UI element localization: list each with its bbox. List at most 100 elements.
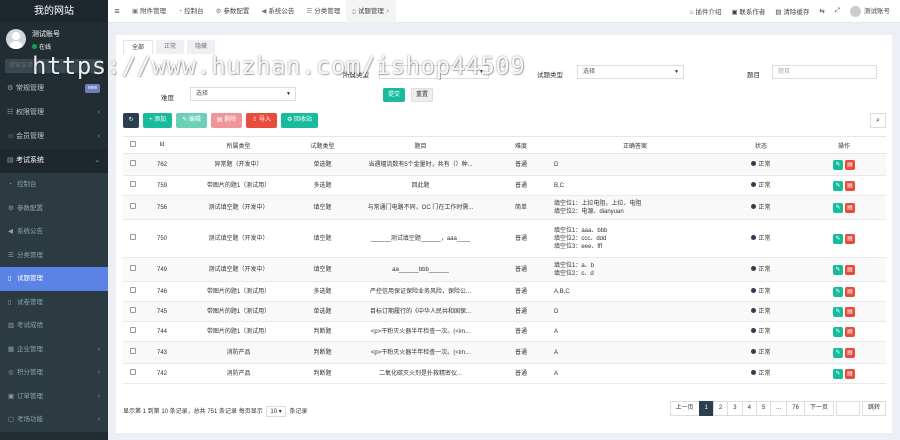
row-checkbox[interactable]: [130, 181, 136, 187]
select-all-checkbox[interactable]: [130, 141, 136, 147]
table-row[interactable]: 745 带图片的题1（测试用） 单选题 目标订期履行的《中华人民共和国保... 普通 D 正…: [123, 301, 886, 322]
row-delete-button[interactable]: ▤: [845, 264, 855, 275]
next-page-button[interactable]: 下一页: [803, 401, 834, 416]
tab-dashboard[interactable]: ◔ 控制台: [172, 0, 209, 23]
col-answer[interactable]: 正确答案: [550, 136, 720, 154]
sidebar-item-exam-room[interactable]: ▢ 考场功能 ‹: [0, 408, 108, 432]
menu-toggle-icon[interactable]: ≡: [108, 6, 126, 16]
page-size-select[interactable]: 10 ▾: [266, 406, 286, 417]
prev-page-button[interactable]: 上一页: [669, 401, 700, 416]
table-row[interactable]: 744 带图片的题1（测试用） 判断题 <p>干粉灭火器半年检查一次。(<im... 普…: [123, 321, 886, 342]
row-checkbox[interactable]: [130, 348, 136, 354]
sidebar-item-auth[interactable]: ☷ 权限管理 ‹: [0, 101, 108, 125]
page-jump-input[interactable]: [835, 401, 860, 416]
table-row[interactable]: 762 异常题（开发中） 单选题 当遇辐流数有5个金量时，共有（）种... 普通 D 正常 ✎…: [123, 153, 886, 176]
row-delete-button[interactable]: ▤: [845, 180, 855, 191]
row-delete-button[interactable]: ▤: [845, 159, 855, 170]
sidebar-item-company[interactable]: ▦ 企业管理 ‹: [0, 338, 108, 362]
row-edit-button[interactable]: ✎: [833, 286, 843, 297]
tab-category[interactable]: ☰ 分类管理: [300, 0, 346, 23]
row-delete-button[interactable]: ▤: [845, 368, 855, 379]
sidebar-item-category[interactable]: ☰ 分类管理: [0, 244, 108, 268]
row-select-cell[interactable]: [123, 219, 143, 258]
site-logo[interactable]: 我的网站: [0, 0, 108, 23]
sidebar-item-notice[interactable]: ◀ 系统公告: [0, 220, 108, 244]
sidebar-item-orders[interactable]: ▣ 订单管理 ‹: [0, 385, 108, 409]
row-delete-button[interactable]: ▤: [845, 286, 855, 297]
table-row[interactable]: 742 消防产品 判断题 二氧化碳灭火剂是扑救精密仪... 普通 A 正常 ✎ ▤: [123, 363, 886, 384]
table-row[interactable]: 746 带图片的题1（测试用） 多选题 严控信用保证保险业务风险，保险公... 普通 A,…: [123, 281, 886, 302]
row-select-cell[interactable]: [123, 257, 143, 282]
table-row[interactable]: 749 测试填空题（开发中） 填空题 aa______bbb______ 普通 填空位1：…: [123, 257, 886, 282]
fullscreen-icon[interactable]: ⤢: [835, 7, 840, 15]
translate-icon[interactable]: ⇆: [819, 7, 824, 15]
clear-cache-button[interactable]: ▤ 清除缓存: [775, 6, 809, 16]
delete-button[interactable]: ▤ 删除: [210, 113, 243, 128]
row-edit-button[interactable]: ✎: [833, 202, 843, 213]
reset-button[interactable]: 重置: [411, 88, 433, 102]
row-checkbox[interactable]: [130, 234, 136, 240]
sidebar-item-config[interactable]: ⚙ 参数配置: [0, 197, 108, 221]
col-title[interactable]: 题目: [349, 136, 492, 154]
col-question-type[interactable]: 试题类型: [296, 136, 349, 154]
plugin-intro-link[interactable]: ⌂ 插件介绍: [690, 6, 722, 16]
row-delete-button[interactable]: ▤: [845, 326, 855, 337]
sidebar-item-exam-system[interactable]: ▤ 考试系统 ⌄: [0, 149, 108, 173]
sidebar-item-members[interactable]: ☺ 会员管理 ‹: [0, 125, 108, 149]
table-search-button[interactable]: ⌕: [870, 113, 886, 128]
row-checkbox[interactable]: [130, 160, 136, 166]
user-menu[interactable]: 测试账号: [850, 5, 890, 17]
row-delete-button[interactable]: ▤: [845, 347, 855, 358]
tab-attachments[interactable]: ▣ 附件管理: [126, 0, 172, 23]
difficulty-select[interactable]: 选择 ▼: [190, 87, 296, 101]
table-row[interactable]: 750 测试填空题（开发中） 填空题 ______测试填空题______，aaa___…: [123, 219, 886, 258]
col-difficulty[interactable]: 难度: [492, 136, 550, 154]
row-select-cell[interactable]: [123, 341, 143, 364]
table-row[interactable]: 756 测试填空题（开发中） 填空题 与常通门电路不同，OC 门在工作时需... 简单填…: [123, 195, 886, 220]
row-checkbox[interactable]: [130, 307, 136, 313]
row-select-cell[interactable]: [123, 195, 143, 220]
refresh-button[interactable]: ↻: [123, 113, 139, 128]
row-edit-button[interactable]: ✎: [833, 368, 843, 379]
row-select-cell[interactable]: [123, 281, 143, 302]
table-row[interactable]: 743 消防产品 判断题 <p>干粉灭火器半年检查一次。(<im... 普通 A 正常 ✎ ▤: [123, 341, 886, 364]
sidebar-item-general[interactable]: ⚙ 常规管理 new: [0, 77, 108, 101]
row-edit-button[interactable]: ✎: [833, 306, 843, 317]
select-all-cell[interactable]: [123, 136, 143, 154]
row-checkbox[interactable]: [130, 369, 136, 375]
page-4-button[interactable]: 4: [741, 401, 757, 416]
col-category[interactable]: 所属类型: [181, 136, 296, 154]
row-delete-button[interactable]: ▤: [845, 306, 855, 317]
page-5-button[interactable]: 5: [755, 401, 772, 416]
edit-button[interactable]: ✎ 编辑: [176, 113, 207, 128]
row-edit-button[interactable]: ✎: [833, 264, 843, 275]
table-row[interactable]: 759 带图片的题1（测试用） 多选题 回此题 普通 B,C 正常 ✎ ▤: [123, 175, 886, 196]
page-3-button[interactable]: 3: [727, 401, 743, 416]
row-edit-button[interactable]: ✎: [833, 159, 843, 170]
add-button[interactable]: + 添加: [143, 113, 173, 128]
col-id[interactable]: Id: [143, 136, 181, 154]
row-edit-button[interactable]: ✎: [833, 326, 843, 337]
submit-button[interactable]: 提交: [383, 88, 405, 102]
sidebar-item-points[interactable]: ◎ 积分管理 ‹: [0, 361, 108, 385]
tab-notice[interactable]: ◀ 系统公告: [255, 0, 300, 23]
row-edit-button[interactable]: ✎: [833, 233, 843, 244]
sidebar-item-scores[interactable]: ▥ 考试成绩: [0, 314, 108, 338]
page-2-button[interactable]: 2: [712, 401, 729, 416]
question-type-select[interactable]: 选择 ▼: [577, 65, 684, 79]
row-delete-button[interactable]: ▤: [845, 202, 855, 213]
row-select-cell[interactable]: [123, 321, 143, 342]
row-checkbox[interactable]: [130, 265, 136, 271]
tab-questions[interactable]: ▯ 试题管理 ×: [346, 0, 396, 23]
sidebar-item-papers[interactable]: ▯ 试卷管理: [0, 291, 108, 315]
recycle-bin-button[interactable]: ♻ 回收站: [280, 113, 319, 128]
row-edit-button[interactable]: ✎: [833, 347, 843, 358]
page-jump-button[interactable]: 跳转: [861, 401, 886, 416]
row-select-cell[interactable]: [123, 363, 143, 384]
sidebar-item-questions[interactable]: ▯ 试题管理: [0, 267, 108, 291]
page-76-button[interactable]: 76: [786, 401, 805, 416]
import-button[interactable]: ⇪ 导入: [246, 113, 277, 128]
row-checkbox[interactable]: [130, 203, 136, 209]
page-1-button[interactable]: 1: [698, 401, 714, 416]
row-edit-button[interactable]: ✎: [833, 180, 843, 191]
